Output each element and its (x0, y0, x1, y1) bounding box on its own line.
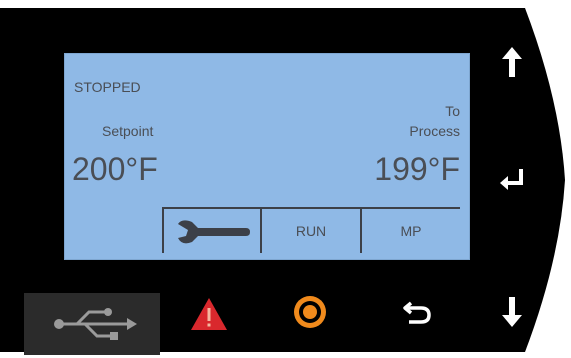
down-button[interactable] (490, 290, 534, 334)
to-process-value: 199°F (374, 151, 460, 187)
arrow-down-icon (502, 297, 522, 327)
up-button[interactable] (490, 40, 534, 84)
enter-icon (500, 169, 523, 190)
setpoint-label: Setpoint (102, 123, 154, 139)
arrow-up-icon (502, 47, 522, 77)
target-button[interactable] (288, 290, 332, 334)
to-process-label: To Process (409, 101, 460, 141)
softkey-mp[interactable]: MP (362, 209, 460, 253)
run-label: RUN (295, 223, 327, 239)
setpoint-value: 200°F (72, 151, 158, 187)
warning-triangle-icon (191, 298, 227, 330)
alarm-button[interactable] (186, 292, 232, 336)
to-process-label-line1: To (445, 103, 460, 119)
mp-label: MP (400, 223, 422, 239)
wrench-icon (178, 220, 250, 244)
usb-button[interactable] (24, 293, 160, 355)
to-process-label-line2: Process (409, 123, 460, 139)
softkey-run[interactable]: RUN (262, 209, 362, 253)
status-text: STOPPED (74, 79, 141, 95)
usb-icon (54, 308, 137, 340)
softkey-bar: RUN MP (162, 207, 460, 253)
return-icon (403, 301, 431, 324)
target-icon (294, 296, 326, 328)
back-button[interactable] (396, 290, 440, 334)
enter-button[interactable] (490, 158, 534, 202)
softkey-tools[interactable] (164, 209, 262, 253)
lcd-screen: STOPPED Setpoint 200°F To Process 199°F … (64, 53, 470, 260)
